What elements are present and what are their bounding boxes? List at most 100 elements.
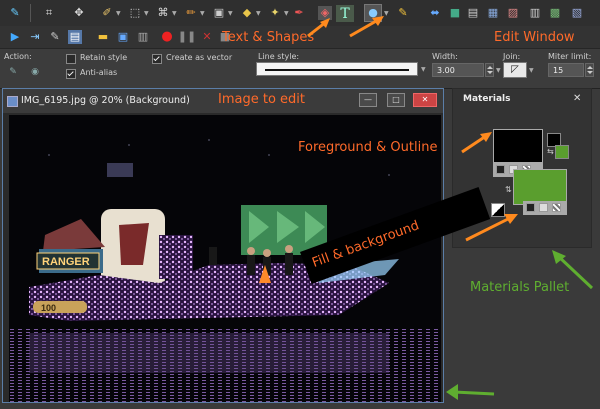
edit-window-annotation: Edit Window [494, 30, 575, 45]
draw-icon[interactable]: ✎ [6, 65, 20, 79]
paint-brush-icon[interactable]: ✏ [184, 6, 198, 20]
record-icon[interactable]: ● [160, 30, 174, 44]
chevron-down-icon[interactable]: ▼ [116, 10, 121, 17]
minimize-icon: — [364, 95, 372, 104]
arrowhead [446, 384, 458, 400]
history-icon[interactable]: ▦ [486, 6, 500, 20]
main-toolbar: ✎ ⌗ ✥ ✐ ▼ ⬚ ▼ ⌘ ▼ ✏ ▼ ▣ ▼ ◆ ▼ ✦ ▼ ✒ ◈ T … [0, 0, 600, 27]
line-style-label: Line style: [258, 52, 300, 61]
width-label: Width: [432, 52, 458, 61]
anti-alias-checkbox[interactable] [66, 69, 76, 79]
chevron-down-icon[interactable]: ▼ [200, 10, 205, 17]
style-gradient-icon[interactable] [539, 203, 548, 212]
join-label: Join: [503, 52, 521, 61]
small-background-swatch[interactable] [555, 145, 569, 159]
dropper-tool-icon[interactable]: ✒ [292, 6, 306, 20]
shape-tool-icon[interactable]: ● [364, 4, 382, 22]
layers-icon[interactable]: ▤ [466, 6, 480, 20]
step-icon[interactable]: ⇥ [28, 30, 42, 44]
materials-close-icon[interactable]: ✕ [573, 93, 581, 104]
learning-icon[interactable]: ▩ [548, 6, 562, 20]
object-selector-icon[interactable]: ◈ [318, 6, 332, 20]
join-dropdown[interactable]: ◸ [503, 62, 527, 78]
create-as-vector-checkbox[interactable] [152, 54, 162, 64]
brush-tool-icon[interactable]: ✐ [100, 6, 114, 20]
background-fill-swatch[interactable] [513, 169, 567, 205]
chevron-down-icon[interactable]: ▼ [496, 67, 501, 74]
script-icon[interactable]: ▥ [528, 6, 542, 20]
image-window-title: IMG_6195.jpg @ 20% (Background) [21, 95, 190, 106]
edit-shape-icon[interactable]: ◉ [28, 65, 42, 79]
line-style-dropdown[interactable] [256, 62, 418, 76]
arrowhead [552, 250, 566, 264]
style-color-icon[interactable] [526, 203, 535, 212]
fill-tool-icon[interactable]: ◆ [240, 6, 254, 20]
image-file-icon [7, 96, 18, 107]
close-icon: ✕ [421, 95, 429, 104]
script-list-icon[interactable]: ▤ [68, 30, 82, 44]
play-icon[interactable]: ▶ [8, 30, 22, 44]
chevron-down-icon[interactable]: ▼ [284, 10, 289, 17]
swap-materials-icon[interactable]: ⇅ [505, 185, 512, 194]
materials-title: Materials [463, 94, 511, 104]
green-arrows [446, 250, 594, 400]
foreground-outline-annotation: Foreground & Outline [298, 140, 438, 155]
pen-tool-icon[interactable]: ✎ [396, 6, 410, 20]
miter-join-icon: ◸ [511, 64, 519, 75]
background-style-bar [523, 201, 567, 215]
anti-alias-label: Anti-alias [80, 68, 118, 77]
chevron-down-icon[interactable]: ▼ [172, 10, 177, 17]
swap-colors-icon[interactable]: ⇆ [547, 147, 554, 156]
selection-tool-icon[interactable]: ⬚ [128, 6, 142, 20]
minimize-button[interactable]: — [359, 93, 377, 107]
chevron-down-icon[interactable]: ▼ [421, 66, 426, 73]
width-input[interactable]: 3.00 [432, 63, 484, 77]
tool-options-bar: Action: ✎ ◉ Retain style Anti-alias Crea… [0, 49, 600, 89]
maximize-icon: □ [392, 95, 400, 104]
miter-limit-label: Miter limit: [548, 52, 592, 61]
image-to-edit-annotation: Image to edit [218, 92, 305, 107]
freehand-tool-icon[interactable]: ⌘ [156, 6, 170, 20]
move-tool-icon[interactable]: ✥ [72, 6, 86, 20]
chevron-down-icon[interactable]: ▼ [529, 67, 534, 74]
pause-icon[interactable]: ❚❚ [178, 30, 196, 44]
svg-text:RANGER: RANGER [42, 256, 90, 268]
arrow-to-image-window [453, 390, 495, 396]
text-tool-icon[interactable]: T [336, 5, 354, 22]
save-icon[interactable]: ▣ [116, 30, 130, 44]
default-colors-icon[interactable] [491, 203, 505, 217]
style-texture-icon[interactable] [552, 203, 561, 212]
open-folder-icon[interactable]: ▬ [96, 30, 110, 44]
chevron-down-icon[interactable]: ▼ [144, 10, 149, 17]
chevron-down-icon[interactable]: ▼ [256, 10, 261, 17]
text-shapes-annotation: Text & Shapes [222, 30, 315, 45]
chevron-down-icon[interactable]: ▼ [384, 10, 389, 17]
clone-tool-icon[interactable]: ▣ [212, 6, 226, 20]
create-as-vector-label: Create as vector [166, 53, 233, 62]
materials-pallet-annotation: Materials Pallet [470, 280, 570, 295]
maximize-button[interactable]: □ [387, 93, 405, 107]
pick-tool-icon[interactable]: ✎ [8, 6, 22, 20]
edit-script-icon[interactable]: ✎ [48, 30, 62, 44]
close-button[interactable]: ✕ [413, 93, 437, 107]
line-style-preview [265, 69, 409, 71]
chevron-down-icon[interactable]: ▼ [228, 10, 233, 17]
effect-tool-icon[interactable]: ✦ [268, 6, 282, 20]
retain-style-label: Retain style [80, 53, 128, 62]
adjust-icon[interactable]: ■ [448, 6, 462, 20]
style-color-icon[interactable] [496, 165, 505, 174]
palette-icon[interactable]: ▨ [506, 6, 520, 20]
miter-limit-input[interactable]: 15 [548, 63, 584, 77]
edit-icon[interactable]: ▥ [136, 30, 150, 44]
width-spinner[interactable] [485, 63, 494, 77]
action-label: Action: [4, 52, 32, 61]
organizer-icon[interactable]: ▧ [570, 6, 584, 20]
foreground-color-swatch[interactable] [493, 129, 543, 163]
cancel-icon[interactable]: ✕ [200, 30, 214, 44]
toolbar-separator [30, 4, 31, 22]
mixer-tool-icon[interactable]: ⬌ [428, 6, 442, 20]
miter-limit-spinner[interactable] [585, 63, 594, 77]
crop-tool-icon[interactable]: ⌗ [42, 6, 56, 20]
svg-text:100: 100 [41, 303, 56, 313]
retain-style-checkbox[interactable] [66, 54, 76, 64]
